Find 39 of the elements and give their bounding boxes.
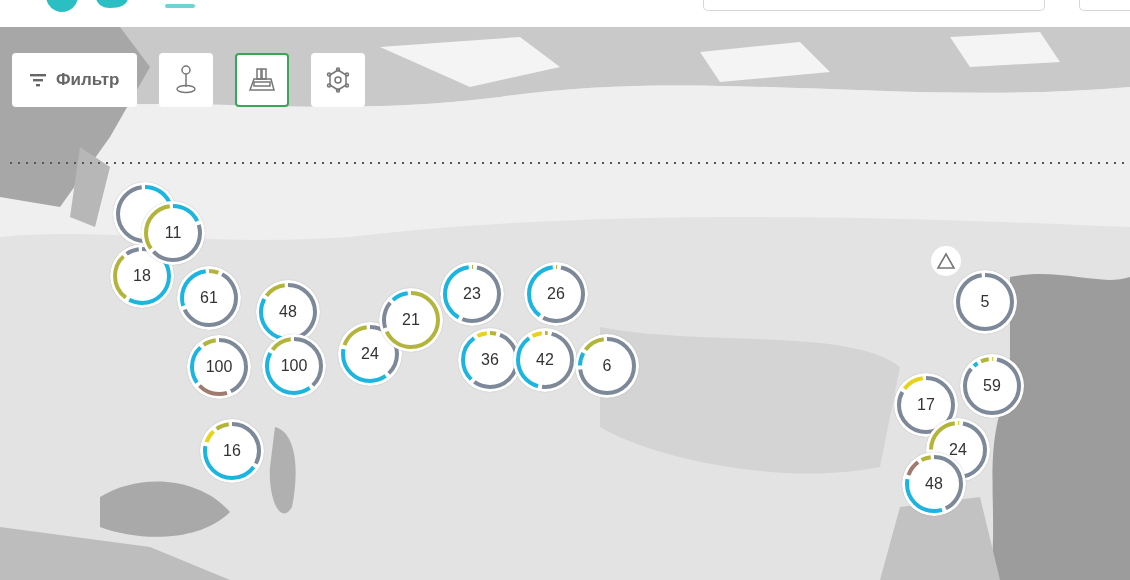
- cluster-ring-drawing: [960, 354, 1024, 418]
- gear-icon: [325, 67, 352, 93]
- cluster-count: 6: [602, 357, 612, 375]
- cluster-ring-drawing: [440, 262, 504, 326]
- cluster-count: 100: [280, 357, 308, 375]
- cluster-ring-drawing: [187, 335, 251, 399]
- cluster-count: 23: [463, 285, 481, 303]
- map-tool-button[interactable]: [311, 53, 366, 107]
- cluster-count: 16: [223, 442, 241, 460]
- map-tool-button[interactable]: [235, 53, 290, 107]
- cluster-ring-drawing: [200, 419, 264, 483]
- cluster-ring-drawing: [379, 288, 443, 352]
- filter-icon: [30, 73, 46, 87]
- cluster-ring-drawing: [177, 266, 241, 330]
- cluster-count: 17: [917, 396, 935, 414]
- cluster-ring-drawing: [575, 334, 639, 398]
- cluster-count: 100: [205, 358, 233, 376]
- cluster-count: 24: [361, 345, 379, 363]
- cluster-ring-drawing: [953, 270, 1017, 334]
- cluster-count: 11: [164, 224, 182, 242]
- search-field[interactable]: [703, 0, 1045, 11]
- cluster-count: 61: [200, 289, 218, 307]
- cluster-count: 48: [279, 303, 297, 321]
- cluster-count: 59: [983, 377, 1001, 395]
- cluster-count: 21: [402, 311, 420, 329]
- filter-button[interactable]: Фильтр: [12, 53, 138, 107]
- cluster-count: 42: [536, 351, 554, 369]
- printer-icon: [248, 67, 277, 93]
- cluster-count: 5: [980, 293, 990, 311]
- cluster-ring-drawing: [262, 334, 326, 398]
- cluster-count: 26: [547, 285, 565, 303]
- cluster-ring-drawing: [524, 262, 588, 326]
- map-tool-button[interactable]: [159, 53, 214, 107]
- triangle-icon: [936, 252, 956, 270]
- cluster-count: 18: [133, 267, 151, 285]
- cluster-ring-drawing: [513, 328, 577, 392]
- cluster-count: 36: [481, 351, 499, 369]
- cluster-ring-drawing: [141, 201, 205, 265]
- pin-icon: [175, 65, 198, 95]
